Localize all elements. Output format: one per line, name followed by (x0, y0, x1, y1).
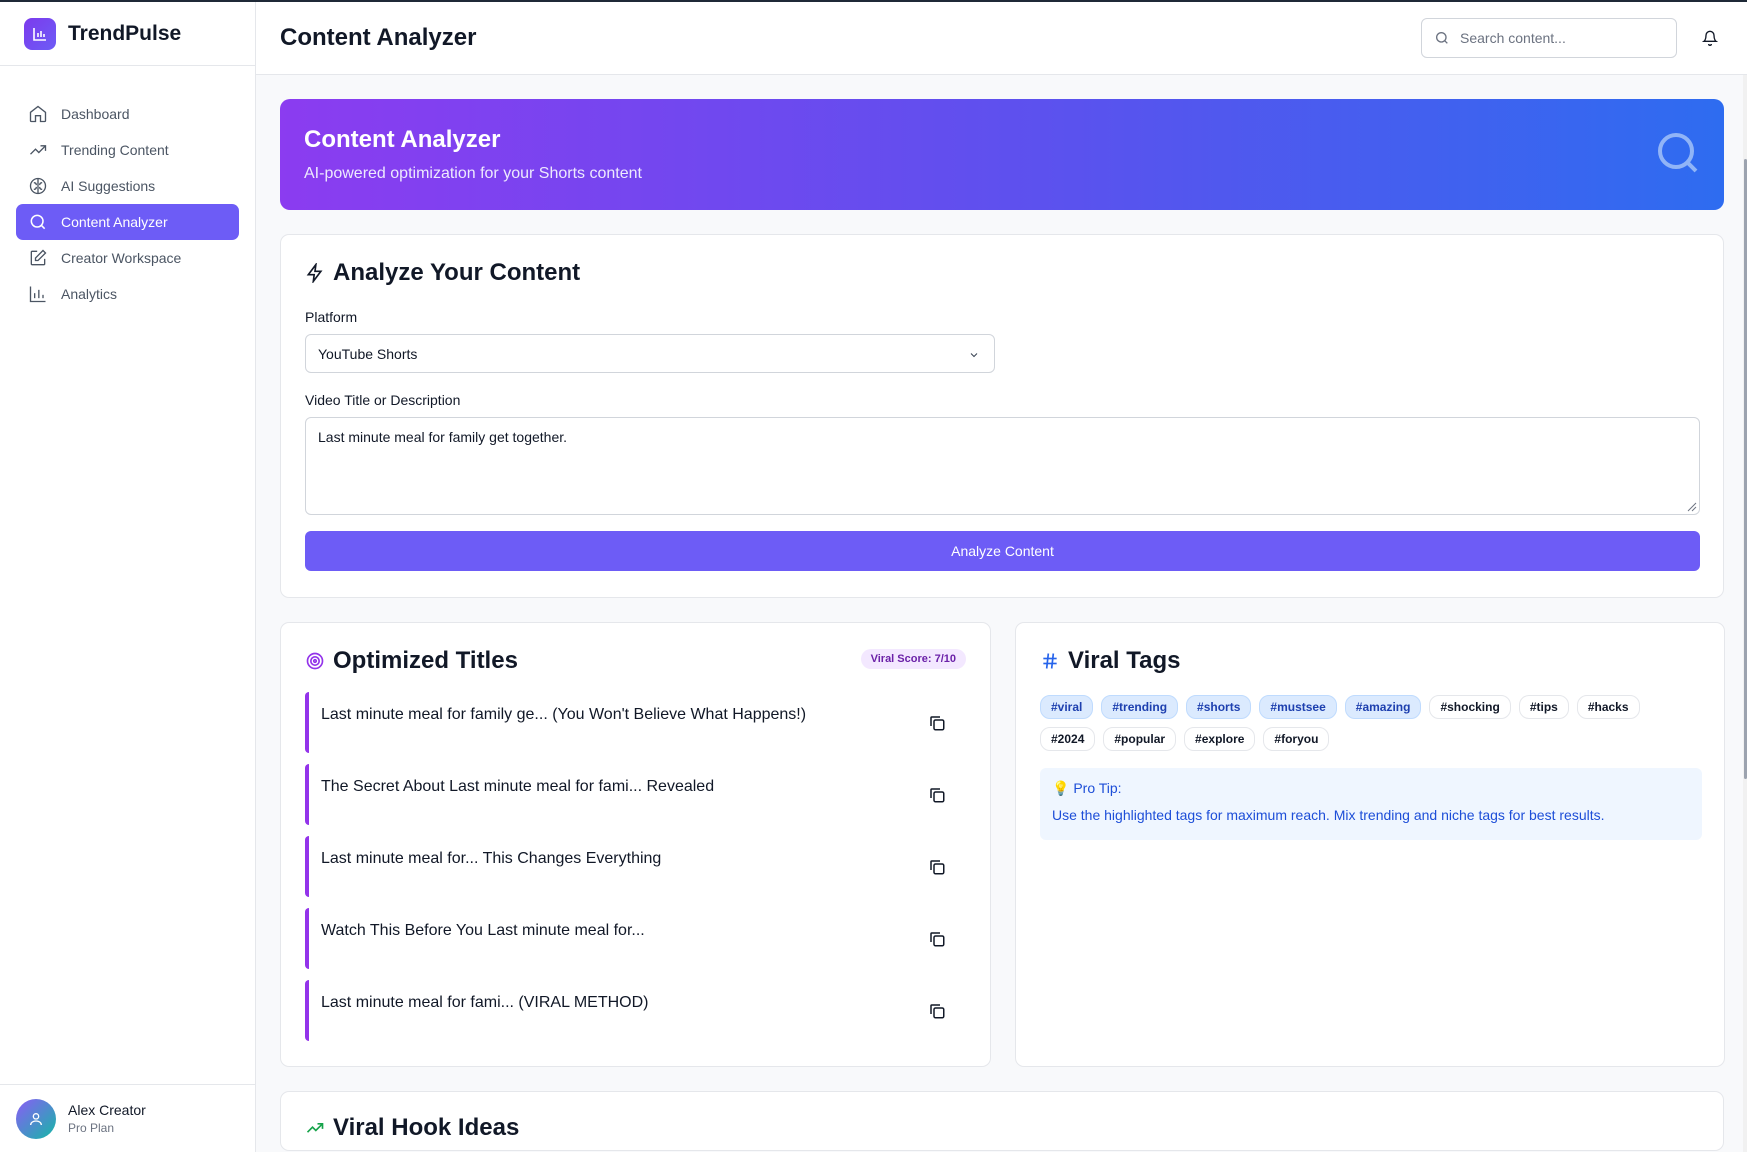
title-item: The Secret About Last minute meal for fa… (305, 764, 968, 825)
hero-banner: Content Analyzer AI-powered optimization… (280, 99, 1724, 210)
sidebar-item-label: Analytics (61, 286, 118, 302)
user-profile[interactable]: Alex Creator Pro Plan (0, 1084, 255, 1152)
pro-tip-box: 💡 Pro Tip: Use the highlighted tags for … (1040, 768, 1702, 840)
sidebar-item-label: AI Suggestions (61, 178, 156, 194)
copy-icon[interactable] (928, 858, 946, 876)
bar-chart-icon (29, 286, 46, 303)
copy-icon[interactable] (928, 930, 946, 948)
sidebar-item-label: Trending Content (61, 142, 169, 158)
sidebar-nav: Dashboard Trending Content AI Suggestion… (0, 66, 255, 312)
brand-name: TrendPulse (68, 21, 182, 45)
description-textarea[interactable]: Last minute meal for family get together… (305, 417, 1700, 515)
sidebar-item-analytics[interactable]: Analytics (16, 276, 239, 312)
viral-tags-title: Viral Tags (1040, 647, 1700, 675)
zap-icon (306, 263, 323, 283)
optimized-titles-heading: Optimized Titles (333, 647, 518, 674)
tag-chip[interactable]: #trending (1101, 695, 1179, 719)
sidebar-item-content-analyzer[interactable]: Content Analyzer (16, 204, 239, 240)
user-icon (30, 1112, 42, 1125)
pro-tip-text: Use the highlighted tags for maximum rea… (1052, 807, 1605, 823)
tag-chip[interactable]: #amazing (1344, 695, 1422, 719)
tag-chip[interactable]: #hacks (1576, 695, 1640, 719)
sidebar-item-dashboard[interactable]: Dashboard (16, 96, 239, 132)
copy-icon[interactable] (928, 1002, 946, 1020)
tag-chip[interactable]: #shocking (1429, 695, 1511, 719)
analyze-title-text: Analyze Your Content (333, 259, 581, 286)
resize-handle-icon[interactable] (1685, 500, 1697, 512)
viral-hooks-title: Viral Hook Ideas (305, 1114, 1699, 1142)
title-text: Last minute meal for family ge... (You W… (321, 706, 807, 723)
hero-subtitle: AI-powered optimization for your Shorts … (304, 165, 642, 182)
chevron-down-icon (970, 353, 978, 358)
bell-icon (1702, 30, 1718, 46)
viral-score-badge: Viral Score: 7/10 (860, 649, 966, 669)
scrollbar[interactable] (1743, 75, 1747, 1152)
viral-tags-heading: Viral Tags (1068, 647, 1181, 674)
user-name: Alex Creator (68, 1102, 146, 1118)
tag-chip[interactable]: #explore (1184, 727, 1256, 751)
sidebar-item-ai-suggestions[interactable]: AI Suggestions (16, 168, 239, 204)
pro-tip-title: 💡 Pro Tip: (1052, 780, 1690, 797)
analyze-content-button[interactable]: Analyze Content (305, 531, 1700, 571)
avatar (16, 1098, 56, 1139)
viral-hooks-heading: Viral Hook Ideas (333, 1114, 520, 1141)
platform-select[interactable]: YouTube Shorts (305, 334, 995, 373)
sidebar-item-label: Creator Workspace (61, 250, 182, 266)
search-box[interactable] (1421, 18, 1677, 58)
sidebar-item-creator-workspace[interactable]: Creator Workspace (16, 240, 239, 276)
tag-chip[interactable]: #2024 (1040, 727, 1096, 751)
pro-tip-title-text: Pro Tip: (1073, 780, 1122, 796)
home-icon (29, 105, 47, 123)
tag-list: #viral #trending #shorts #mustsee #amazi… (1040, 695, 1690, 751)
analyze-title: Analyze Your Content (305, 259, 1699, 287)
notification-button[interactable] (1698, 26, 1722, 50)
title-item: Last minute meal for fami... (VIRAL METH… (305, 980, 968, 1041)
lightbulb-icon: 💡 (1052, 780, 1070, 796)
trending-up-icon (30, 145, 47, 155)
title-item: Last minute meal for family ge... (You W… (305, 692, 968, 753)
description-label: Video Title or Description (305, 392, 461, 408)
optimized-titles-card: Optimized Titles Viral Score: 7/10 Last … (280, 622, 991, 1067)
tag-chip[interactable]: #tips (1518, 695, 1569, 719)
sidebar: TrendPulse Dashboard Trending Content AI… (0, 2, 256, 1152)
platform-label: Platform (305, 309, 358, 325)
hash-icon (1043, 653, 1057, 669)
description-value: Last minute meal for family get together… (318, 429, 568, 445)
sidebar-item-label: Dashboard (61, 106, 130, 122)
tag-chip[interactable]: #foryou (1263, 727, 1330, 751)
viral-tags-card: Viral Tags #viral #trending #shorts #mus… (1015, 622, 1725, 1067)
sidebar-item-trending-content[interactable]: Trending Content (16, 132, 239, 168)
sidebar-item-label: Content Analyzer (61, 214, 168, 230)
analyze-card: Analyze Your Content Platform YouTube Sh… (280, 234, 1724, 598)
edit-icon (30, 249, 47, 266)
user-plan: Pro Plan (68, 1121, 115, 1135)
title-item: Last minute meal for... This Changes Eve… (305, 836, 968, 897)
tag-chip[interactable]: #mustsee (1259, 695, 1337, 719)
tag-chip[interactable]: #popular (1103, 727, 1177, 751)
logo-chart-icon (24, 17, 56, 50)
copy-icon[interactable] (928, 786, 946, 804)
title-text: The Secret About Last minute meal for fa… (321, 778, 715, 795)
viral-hooks-card: Viral Hook Ideas (280, 1091, 1724, 1151)
search-input[interactable] (1460, 30, 1660, 46)
search-icon (1658, 133, 1698, 173)
hero-title: Content Analyzer (304, 126, 501, 153)
brain-icon (29, 177, 47, 195)
trending-up-icon (306, 1123, 324, 1133)
target-icon (306, 652, 324, 670)
title-text: Last minute meal for... This Changes Eve… (321, 850, 662, 867)
search-icon (1436, 32, 1448, 44)
search-icon (30, 214, 46, 230)
platform-value: YouTube Shorts (318, 345, 418, 362)
title-text: Watch This Before You Last minute meal f… (321, 922, 645, 939)
page-title: Content Analyzer (280, 24, 477, 51)
brand[interactable]: TrendPulse (0, 2, 255, 66)
main-content: Content Analyzer AI-powered optimization… (280, 99, 1725, 1151)
title-text: Last minute meal for fami... (VIRAL METH… (321, 994, 649, 1011)
tag-chip[interactable]: #viral (1040, 695, 1094, 719)
copy-icon[interactable] (928, 714, 946, 732)
top-header: Content Analyzer (256, 2, 1747, 75)
title-item: Watch This Before You Last minute meal f… (305, 908, 968, 969)
tag-chip[interactable]: #shorts (1186, 695, 1252, 719)
